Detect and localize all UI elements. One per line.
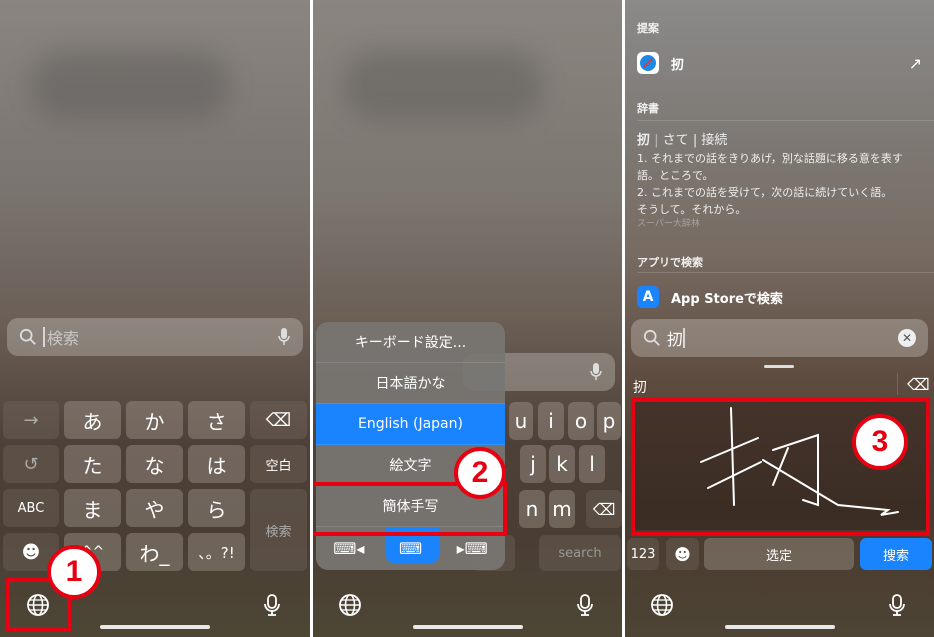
key-m[interactable]: m	[549, 490, 575, 528]
dict-source: スーパー大辞林	[637, 219, 700, 229]
suggestion-row[interactable]: 扨 ↗	[637, 52, 922, 74]
menu-item-keyboard-settings[interactable]: キーボード設定...	[316, 322, 505, 363]
drag-handle[interactable]	[764, 365, 794, 368]
home-indicator	[100, 625, 210, 629]
key-k[interactable]: k	[549, 445, 575, 483]
suggestion-text: 扨	[671, 57, 685, 73]
globe-icon[interactable]	[650, 593, 674, 617]
key-ya[interactable]: や	[126, 489, 183, 527]
key-sa[interactable]: さ	[188, 401, 245, 439]
screen-3: 提案 扨 ↗ 辞書 扨 | さて | 接続 1. それまでの話をきりあげ，別な話…	[625, 0, 934, 637]
key-n[interactable]: n	[519, 490, 545, 528]
dict-line: 1. それまでの話をきりあげ，別な話題に移る意を表す	[637, 152, 903, 165]
section-search-in-apps: アプリで検索	[637, 256, 703, 269]
keyboard-right-icon[interactable]: ▸⌨	[457, 539, 488, 558]
dict-headword: 扨	[637, 133, 651, 148]
section-suggestions: 提案	[637, 22, 659, 35]
key-ha[interactable]: は	[188, 445, 245, 483]
abc-key[interactable]: ABC	[3, 489, 59, 527]
mic-icon[interactable]	[277, 327, 291, 347]
numbers-key[interactable]: 123	[627, 538, 659, 570]
appstore-search-label: App Storeで検索	[671, 291, 783, 307]
dict-pos: 接続	[701, 133, 728, 148]
select-key[interactable]: 选定	[704, 538, 854, 570]
dictation-mic-icon[interactable]	[573, 593, 597, 617]
step-badge-3: 3	[852, 414, 908, 470]
delete-key[interactable]: ⌫	[250, 401, 307, 439]
menu-item-english-japan[interactable]: English (Japan)	[316, 404, 505, 445]
key-a[interactable]: あ	[64, 401, 121, 439]
key-ta[interactable]: た	[64, 445, 121, 483]
delete-icon: ⌫	[265, 409, 292, 431]
section-dictionary: 辞書	[637, 102, 659, 115]
candidate-char[interactable]: 扨	[633, 377, 647, 397]
keyboard-left-icon[interactable]: ⌨◂	[333, 539, 364, 558]
undo-key[interactable]: ↺	[3, 445, 59, 483]
search-icon	[643, 329, 660, 346]
open-arrow-icon: ↗	[908, 53, 922, 73]
emoji-key[interactable]: ☻	[666, 538, 699, 570]
dict-reading: さて	[662, 133, 689, 148]
search-value: 扨	[667, 330, 684, 349]
dictation-mic-icon[interactable]	[260, 593, 284, 617]
menu-item-japanese-kana[interactable]: 日本語かな	[316, 363, 505, 404]
delete-icon: ⌫	[592, 499, 616, 519]
dict-line: そうして。それから。	[637, 203, 747, 216]
key-next-arrow[interactable]: →	[3, 401, 59, 439]
key-wa[interactable]: わ_	[126, 533, 183, 571]
key-ma[interactable]: ま	[64, 489, 121, 527]
step-badge-2: 2	[454, 447, 506, 499]
keyboard-full-icon[interactable]: ⌨	[399, 539, 422, 558]
key-i[interactable]: i	[538, 402, 564, 440]
text-caret	[683, 328, 686, 348]
emoji-icon: ☻	[21, 541, 41, 563]
screen-1: 検索 → あ か さ ⌫ ↺ た な は 空白 ABC ま や ら 検索 ☻ ^…	[0, 0, 310, 637]
return-search-key[interactable]: 検索	[250, 489, 307, 571]
globe-icon[interactable]	[338, 593, 362, 617]
key-u[interactable]: u	[509, 402, 533, 440]
clear-icon[interactable]: ✕	[898, 329, 916, 347]
appstore-icon: A	[637, 286, 659, 308]
key-j[interactable]: j	[520, 445, 546, 483]
key-o[interactable]: o	[568, 402, 594, 440]
home-indicator	[724, 625, 835, 629]
text-caret	[43, 327, 45, 347]
home-indicator	[412, 625, 523, 629]
search-icon	[19, 328, 36, 345]
delete-key[interactable]: ⌫	[586, 490, 622, 528]
key-p[interactable]: p	[597, 402, 621, 440]
search-return-key[interactable]: search	[539, 535, 621, 571]
key-ka[interactable]: か	[126, 401, 183, 439]
emoji-icon: ☻	[674, 544, 691, 564]
key-na[interactable]: な	[126, 445, 183, 483]
mic-icon[interactable]	[589, 362, 603, 382]
key-l[interactable]: l	[579, 445, 605, 483]
step-badge-1: 1	[47, 545, 101, 599]
key-punctuation[interactable]: 、。?!	[188, 533, 245, 571]
dict-line: 2. これまでの話を受けて，次の話に続けていく語。	[637, 186, 893, 199]
search-key[interactable]: 搜索	[860, 538, 932, 570]
space-key[interactable]: 空白	[250, 445, 307, 483]
safari-icon	[637, 52, 659, 74]
dictionary-entry[interactable]: 扨 | さて | 接続 1. それまでの話をきりあげ，別な話題に移る意を表す 語…	[637, 132, 927, 231]
search-field[interactable]: 扨 ✕	[631, 319, 928, 357]
key-ra[interactable]: ら	[188, 489, 245, 527]
undo-icon: ↺	[23, 453, 39, 475]
screen-2: u i o p j k l n m ⌫ search キーボード設定... 日本…	[313, 0, 622, 637]
search-placeholder: 検索	[47, 329, 80, 348]
appstore-search-row[interactable]: A App Storeで検索	[637, 286, 922, 308]
search-field[interactable]: 検索	[7, 318, 303, 356]
delete-icon[interactable]: ⌫	[907, 375, 930, 394]
dict-line: 語。ところで。	[637, 169, 714, 182]
dictation-mic-icon[interactable]	[885, 593, 909, 617]
